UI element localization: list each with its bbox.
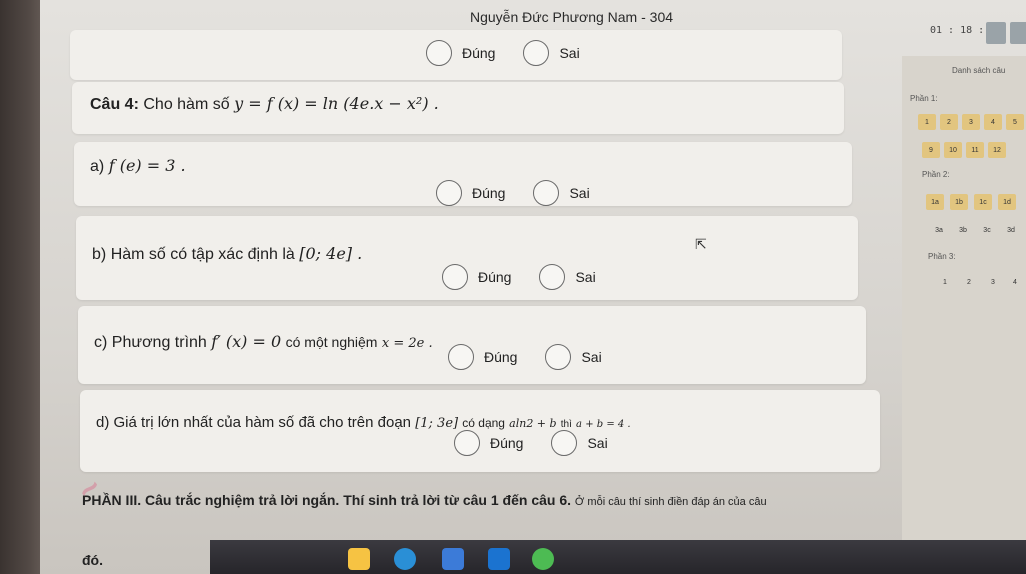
false-label-c: Sai bbox=[581, 349, 602, 365]
radio-true-c[interactable] bbox=[448, 344, 474, 370]
nav-p3-q3[interactable]: 3 bbox=[984, 274, 1002, 290]
question-text: Câu 4: Cho hàm số y = f (x) = ln (4e.x −… bbox=[90, 94, 439, 114]
mouse-cursor-icon: ⇱ bbox=[695, 236, 707, 252]
radio-true-d[interactable] bbox=[454, 430, 480, 456]
false-label-a: Sai bbox=[569, 185, 590, 201]
nav-q3[interactable]: 3 bbox=[962, 114, 980, 130]
answer-card-prev: Đúng Sai bbox=[70, 30, 842, 80]
statement-c-desc: Phương trình bbox=[111, 334, 207, 351]
nav-q3a[interactable]: 3a bbox=[930, 222, 948, 238]
statement-d-desc3: thì bbox=[560, 419, 572, 430]
menu-button[interactable] bbox=[1010, 22, 1026, 44]
statement-card-d: d) Giá trị lớn nhất của hàm số đã cho tr… bbox=[80, 390, 880, 472]
true-label-d: Đúng bbox=[490, 435, 524, 451]
true-label-c: Đúng bbox=[484, 349, 518, 365]
true-label-a: Đúng bbox=[472, 185, 506, 201]
radio-true[interactable] bbox=[426, 40, 452, 66]
statement-d-formula: [1; 3e] bbox=[415, 416, 459, 431]
false-label-d: Sai bbox=[587, 435, 608, 451]
part2-label: Phần 2: bbox=[922, 170, 950, 179]
statement-b-prefix: b) bbox=[92, 246, 107, 263]
statement-d-formula2: aln2 + b bbox=[509, 417, 557, 430]
nav-q9[interactable]: 9 bbox=[922, 142, 940, 158]
statement-b-text: b) Hàm số có tập xác định là [0; 4e] . bbox=[92, 244, 362, 264]
statement-c-text: c) Phương trình f′ (x) = 0 có một nghiệm… bbox=[94, 332, 433, 352]
part3-instructions: Ở mỗi câu thí sinh điền đáp án của câu bbox=[574, 496, 767, 508]
question-card: Câu 4: Cho hàm số y = f (x) = ln (4e.x −… bbox=[72, 82, 844, 134]
question-formula: y = f (x) = ln (4e.x − x²) . bbox=[234, 94, 439, 113]
radio-false[interactable] bbox=[523, 40, 550, 66]
statement-card-c: c) Phương trình f′ (x) = 0 có một nghiệm… bbox=[78, 306, 866, 384]
nav-p3-q2[interactable]: 2 bbox=[960, 274, 978, 290]
statement-d-text: d) Giá trị lớn nhất của hàm số đã cho tr… bbox=[96, 414, 631, 431]
taskbar bbox=[210, 540, 1026, 574]
nav-q12[interactable]: 12 bbox=[988, 142, 1006, 158]
explorer-icon[interactable] bbox=[348, 548, 370, 570]
radio-false-a[interactable] bbox=[533, 180, 560, 206]
true-label-b: Đúng bbox=[478, 269, 512, 285]
nav-p3-q1[interactable]: 1 bbox=[936, 274, 954, 290]
nav-q1d[interactable]: 1d bbox=[998, 194, 1016, 210]
statement-c-formula: f′ (x) = 0 bbox=[211, 332, 282, 351]
part3-continued: đó. bbox=[82, 552, 103, 568]
window-title: Nguyễn Đức Phương Nam - 304 bbox=[470, 9, 674, 25]
statement-d-prefix: d) bbox=[96, 414, 110, 431]
radio-false-d[interactable] bbox=[551, 430, 578, 456]
radio-true-a[interactable] bbox=[436, 180, 462, 206]
statement-d-desc2: có dạng bbox=[462, 416, 505, 430]
nav-q3b[interactable]: 3b bbox=[954, 222, 972, 238]
nav-q1c[interactable]: 1c bbox=[974, 194, 992, 210]
nav-q5[interactable]: 5 bbox=[1006, 114, 1024, 130]
nav-q11[interactable]: 11 bbox=[966, 142, 984, 158]
statement-d-formula3: a + b = 4 . bbox=[576, 419, 631, 430]
nav-p3-q4[interactable]: 4 bbox=[1006, 274, 1024, 290]
nav-q1b[interactable]: 1b bbox=[950, 194, 968, 210]
radio-false-c[interactable] bbox=[545, 344, 572, 370]
nav-q3c[interactable]: 3c bbox=[978, 222, 996, 238]
answer-group-a: Đúng Sai bbox=[436, 180, 590, 206]
statement-b-desc: Hàm số có tập xác định là bbox=[110, 246, 295, 263]
nav-q10[interactable]: 10 bbox=[944, 142, 962, 158]
false-label-b: Sai bbox=[575, 269, 596, 285]
statement-c-formula2: x = 2e . bbox=[381, 336, 433, 351]
radio-false-b[interactable] bbox=[539, 264, 566, 290]
panel-title: Danh sách câu bbox=[952, 66, 1006, 75]
store-icon[interactable] bbox=[442, 548, 464, 570]
statement-a-text: a) f (e) = 3 . bbox=[90, 156, 186, 176]
statement-c-prefix: c) bbox=[94, 334, 108, 351]
answer-group-d: Đúng Sai bbox=[454, 430, 608, 456]
statement-card-b: b) Hàm số có tập xác định là [0; 4e] . Đ… bbox=[76, 216, 858, 300]
statement-a-formula: f (e) = 3 . bbox=[108, 156, 186, 175]
app-icon[interactable] bbox=[488, 548, 510, 570]
statement-b-formula: [0; 4e] . bbox=[299, 244, 363, 263]
part1-label: Phần 1: bbox=[910, 94, 938, 103]
true-label: Đúng bbox=[462, 45, 496, 61]
part3-title: PHẦN III. Câu trắc nghiệm trả lời ngắn. … bbox=[82, 492, 572, 508]
answer-group-b: Đúng Sai bbox=[442, 264, 596, 290]
statement-c-formula-line bbox=[94, 314, 284, 329]
statement-d-desc: Giá trị lớn nhất của hàm số đã cho trên … bbox=[113, 414, 412, 431]
answer-group-c: Đúng Sai bbox=[448, 344, 602, 370]
exam-screen: Nguyễn Đức Phương Nam - 304 01 : 18 : 26… bbox=[40, 0, 1026, 574]
statement-card-a: a) f (e) = 3 . Đúng Sai bbox=[74, 142, 852, 206]
radio-true-b[interactable] bbox=[442, 264, 468, 290]
question-stem: Cho hàm số bbox=[143, 96, 230, 113]
nav-q3d[interactable]: 3d bbox=[1002, 222, 1020, 238]
statement-c-desc2: có một nghiệm bbox=[285, 334, 378, 350]
nav-q1a[interactable]: 1a bbox=[926, 194, 944, 210]
question-list-panel: Danh sách câu Phần 1: 1 2 3 4 5 9 10 11 … bbox=[902, 56, 1026, 574]
part3-label: Phần 3: bbox=[928, 252, 956, 261]
question-label: Câu 4: bbox=[90, 96, 139, 113]
nav-q4[interactable]: 4 bbox=[984, 114, 1002, 130]
nav-q2[interactable]: 2 bbox=[940, 114, 958, 130]
false-label: Sai bbox=[559, 45, 580, 61]
minimize-button[interactable] bbox=[986, 22, 1006, 44]
green-app-icon[interactable] bbox=[532, 548, 554, 570]
part3-heading: PHẦN III. Câu trắc nghiệm trả lời ngắn. … bbox=[82, 492, 767, 508]
statement-a-prefix: a) bbox=[90, 158, 105, 175]
nav-q1[interactable]: 1 bbox=[918, 114, 936, 130]
edge-icon[interactable] bbox=[394, 548, 416, 570]
answer-group-prev: Đúng Sai bbox=[426, 40, 580, 66]
